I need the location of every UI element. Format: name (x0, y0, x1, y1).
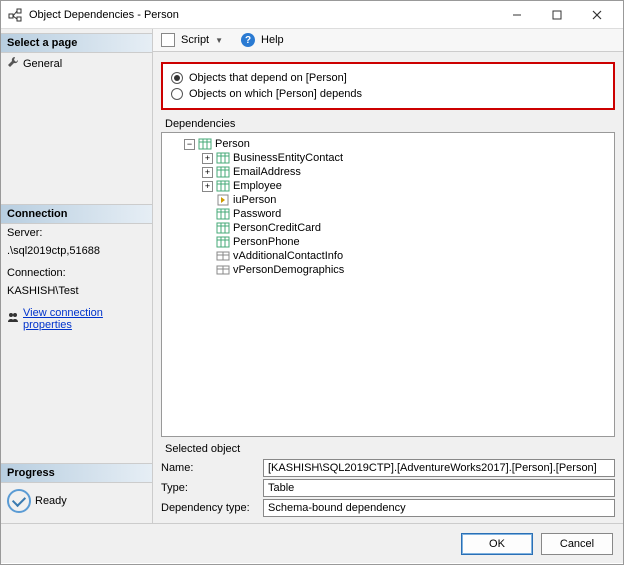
help-button[interactable]: Help (261, 34, 284, 46)
select-page-header: Select a page (1, 33, 152, 53)
selected-object-group: Selected object Name: [KASHISH\SQL2019CT… (161, 443, 615, 519)
view-connection-properties-link[interactable]: View connection properties (23, 307, 146, 331)
page-general-label: General (23, 58, 62, 70)
ok-button[interactable]: OK (461, 533, 533, 555)
radio-objects-depend-on[interactable]: Objects that depend on [Person] (171, 70, 605, 86)
table-icon (216, 180, 230, 192)
dependency-direction-group: Objects that depend on [Person] Objects … (161, 62, 615, 110)
server-value: .\sql2019ctp,51688 (1, 242, 152, 260)
dependency-type-field[interactable]: Schema-bound dependency (263, 499, 615, 517)
dialog-footer: OK Cancel (1, 523, 623, 563)
table-icon (216, 152, 230, 164)
help-icon: ? (241, 33, 255, 47)
radio-objects-on-which-depends[interactable]: Objects on which [Person] depends (171, 86, 605, 102)
radio-label-depend-on: Objects that depend on [Person] (189, 72, 347, 84)
close-button[interactable] (577, 2, 617, 28)
table-icon (216, 166, 230, 178)
left-panel: Select a page General Connection Server:… (1, 29, 153, 523)
tree-node-label: EmailAddress (233, 166, 301, 178)
progress-ready-label: Ready (35, 495, 67, 507)
tree-node[interactable]: PersonPhone (202, 235, 610, 249)
tree-node-label: Person (215, 138, 250, 150)
trigger-icon (216, 194, 230, 206)
title-bar: Object Dependencies - Person (1, 1, 623, 29)
dependencies-label: Dependencies (161, 118, 615, 132)
table-icon (216, 222, 230, 234)
tree-node[interactable]: + BusinessEntityContact (202, 151, 610, 165)
connection-label: Connection: (1, 264, 152, 282)
progress-status: Ready (1, 483, 152, 519)
radio-icon (171, 88, 183, 100)
tree-node-label: BusinessEntityContact (233, 152, 343, 164)
minimize-button[interactable] (497, 2, 537, 28)
radio-label-depends: Objects on which [Person] depends (189, 88, 362, 100)
tree-node-label: Employee (233, 180, 282, 192)
view-connection-properties[interactable]: View connection properties (1, 304, 152, 334)
tree-node-label: vAdditionalContactInfo (233, 250, 343, 262)
tree-node-label: PersonPhone (233, 236, 300, 248)
radio-icon (171, 72, 183, 84)
app-icon (7, 7, 23, 23)
tree-node[interactable]: + Employee (202, 179, 610, 193)
tree-node-root[interactable]: − Person (184, 137, 610, 151)
tree-node[interactable]: PersonCreditCard (202, 221, 610, 235)
connection-header: Connection (1, 204, 152, 224)
name-field[interactable]: [KASHISH\SQL2019CTP].[AdventureWorks2017… (263, 459, 615, 477)
people-icon (7, 311, 19, 326)
tree-node[interactable]: + EmailAddress (202, 165, 610, 179)
window-title: Object Dependencies - Person (29, 9, 497, 21)
table-icon (216, 236, 230, 248)
expand-icon[interactable]: + (202, 153, 213, 164)
tree-node-label: iuPerson (233, 194, 276, 206)
tree-node-label: Password (233, 208, 281, 220)
table-icon (216, 208, 230, 220)
script-button[interactable]: Script (181, 34, 209, 46)
collapse-icon[interactable]: − (184, 139, 195, 150)
expand-icon[interactable]: + (202, 167, 213, 178)
type-field[interactable]: Table (263, 479, 615, 497)
connection-value: KASHISH\Test (1, 282, 152, 300)
view-icon (216, 250, 230, 262)
script-icon (161, 33, 175, 47)
tree-node[interactable]: vPersonDemographics (202, 263, 610, 277)
script-dropdown-arrow[interactable]: ▼ (215, 36, 223, 45)
table-icon (198, 138, 212, 150)
maximize-button[interactable] (537, 2, 577, 28)
progress-header: Progress (1, 463, 152, 483)
expand-icon[interactable]: + (202, 181, 213, 192)
view-icon (216, 264, 230, 276)
tree-node-label: vPersonDemographics (233, 264, 344, 276)
page-general[interactable]: General (1, 53, 152, 74)
type-label: Type: (161, 482, 261, 494)
cancel-button[interactable]: Cancel (541, 533, 613, 555)
dependencies-tree[interactable]: − Person + BusinessEntityContact + EmailAd… (161, 132, 615, 437)
right-panel: Script ▼ ? Help Objects that depend on [… (153, 29, 623, 523)
tree-node[interactable]: Password (202, 207, 610, 221)
tree-node[interactable]: iuPerson (202, 193, 610, 207)
selected-object-label: Selected object (161, 443, 615, 457)
server-label: Server: (1, 224, 152, 242)
name-label: Name: (161, 462, 261, 474)
tree-node-label: PersonCreditCard (233, 222, 321, 234)
dependency-type-label: Dependency type: (161, 502, 261, 514)
tree-node[interactable]: vAdditionalContactInfo (202, 249, 610, 263)
toolbar: Script ▼ ? Help (153, 29, 623, 52)
wrench-icon (7, 56, 19, 71)
check-circle-icon (7, 489, 31, 513)
